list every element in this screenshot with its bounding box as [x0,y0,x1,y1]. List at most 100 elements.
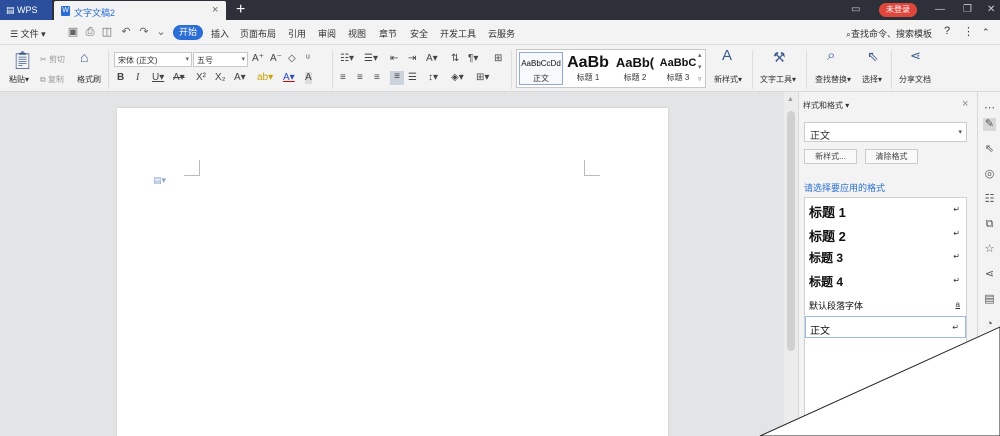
document-page[interactable]: ▤▾ [117,108,668,436]
scrollbar-thumb[interactable] [787,111,795,351]
new-style-button[interactable]: 新样式▾ [714,74,742,85]
italic-icon[interactable]: I [136,72,139,84]
scroll-up-icon[interactable]: ▲ [787,96,794,103]
align-center-icon[interactable]: ≡ [357,72,363,84]
style-item-heading4[interactable]: 标题 4 ↵ [805,270,966,292]
highlight-icon[interactable]: ab▾ [257,72,273,84]
font-name-select[interactable]: 宋体 (正文) ▾ [114,52,192,67]
close-window-icon[interactable]: ✕ [987,4,995,15]
tab-view[interactable]: 视图 [348,27,366,40]
align-right-icon[interactable]: ≡ [374,72,380,84]
tab-references[interactable]: 引用 [288,27,306,40]
share-icon[interactable]: ⋖ [983,268,996,281]
tab-security[interactable]: 安全 [410,27,428,40]
subscript-icon[interactable]: X₂ [215,72,226,84]
minimize-icon[interactable]: — [935,4,945,15]
table-icon[interactable]: ⊞ [494,53,502,65]
sort-icon[interactable]: ⇅ [451,53,459,65]
style-item-default-font[interactable]: 默认段落字体 a [805,294,966,316]
select-icon[interactable]: ⇖ [867,49,879,63]
shapes-icon[interactable]: ◎ [983,168,996,181]
login-button[interactable]: 未登录 [879,3,917,17]
wps-app-tab[interactable]: ▤ WPS [0,0,52,20]
backup-icon[interactable]: ⧉ [983,218,996,231]
distribute-icon[interactable]: ☰ [408,72,417,84]
select-object-icon[interactable]: ⇖ [983,143,996,156]
char-shading-icon[interactable]: A [305,72,312,84]
style-heading3[interactable]: AaBbC 标题 3 [657,52,699,85]
bold-icon[interactable]: B [117,72,124,84]
print-icon[interactable]: ⎙ [84,26,96,38]
style-heading1[interactable]: AaBb 标题 1 [565,52,611,85]
superscript-icon[interactable]: X² [196,72,206,84]
document-tab[interactable]: W 文字文稿2 × [54,1,226,20]
collapse-ribbon-icon[interactable]: ⌃ [982,27,990,38]
paste-button[interactable]: 粘贴▾ [9,74,29,85]
current-style-select[interactable]: 正文 ▾ [804,122,967,142]
tab-developer[interactable]: 开发工具 [440,27,476,40]
clear-format-button[interactable]: 清除格式 [865,149,918,164]
help-sidebar-icon[interactable]: ◔ [983,318,996,331]
numbered-list-icon[interactable]: ☰▾ [364,53,378,65]
decrease-indent-icon[interactable]: ⇤ [390,53,398,65]
undo-icon[interactable]: ↶ [120,26,132,38]
show-marks-icon[interactable]: ¶▾ [468,53,478,65]
text-tools-icon[interactable]: ⚒ [773,50,786,64]
find-replace-button[interactable]: 查找替换▾ [815,74,851,85]
customize-icon[interactable]: ⌄ [155,26,167,38]
align-left-icon[interactable]: ≡ [340,72,346,84]
strikethrough-icon[interactable]: A▾ [173,72,185,84]
text-effect-icon[interactable]: A▾ [234,72,246,84]
style-normal[interactable]: AaBbCcDd 正文 [519,52,563,85]
increase-indent-icon[interactable]: ⇥ [408,53,416,65]
help-icon[interactable]: ? [944,25,950,37]
style-heading2[interactable]: AaBb( 标题 2 [612,52,658,85]
grow-font-icon[interactable]: A⁺ [252,53,264,65]
shading-icon[interactable]: ◈▾ [451,72,464,84]
paste-icon[interactable]: 📋︎ [11,51,34,69]
share-icon[interactable]: ⋖ [910,49,921,62]
redo-icon[interactable]: ↷ [138,26,150,38]
cut-button[interactable]: ✂ 剪切 [40,54,65,65]
style-format-icon[interactable]: ✎ [983,118,996,131]
search-command[interactable]: ⌕查找命令、搜索模板 [846,27,932,40]
paragraph-layout-icon[interactable]: ▤▾ [153,175,166,186]
copy-button[interactable]: ⧉ 复制 [40,74,64,85]
font-size-select[interactable]: 五号 ▾ [193,52,248,67]
underline-icon[interactable]: U▾ [152,72,164,84]
window-icon[interactable]: ▭ [851,4,860,15]
tab-chapter[interactable]: 章节 [379,27,397,40]
close-icon[interactable]: × [962,98,968,110]
close-tab-icon[interactable]: × [212,4,218,16]
format-painter-label[interactable]: 格式刷 [77,74,101,85]
select-button[interactable]: 选择▾ [862,74,882,85]
archive-icon[interactable]: ▤ [983,293,996,306]
tab-insert[interactable]: 插入 [211,27,229,40]
text-tools-button[interactable]: 文字工具▾ [760,74,796,85]
print-preview-icon[interactable]: ◫ [101,26,113,38]
shrink-font-icon[interactable]: A⁻ [270,53,282,65]
file-menu[interactable]: ☰ 文件 ▾ [10,27,46,40]
sidebar-toggle-icon[interactable]: ⋯ [983,102,996,115]
restore-icon[interactable]: ❐ [963,4,972,15]
panel-title[interactable]: 样式和格式 ▾ [803,100,849,111]
style-item-heading2[interactable]: 标题 2 ↵ [805,223,966,245]
line-spacing-icon[interactable]: ↕▾ [428,72,438,84]
clear-format-icon[interactable]: ◇ [288,53,296,65]
more-options-icon[interactable]: ⋮ [963,25,974,38]
style-scroll-icon[interactable]: ▴ ▾ ▿ [698,50,702,86]
tab-review[interactable]: 审阅 [318,27,336,40]
style-item-normal[interactable]: 正文 ↵ [805,316,966,338]
vertical-scrollbar[interactable]: ▲ [784,92,798,436]
tab-page-layout[interactable]: 页面布局 [240,27,276,40]
format-painter-icon[interactable]: ⌂ [80,50,88,64]
style-item-heading1[interactable]: 标题 1 ↵ [805,199,966,221]
new-tab-button[interactable]: + [236,1,245,19]
justify-icon[interactable]: ≡ [390,71,404,85]
find-replace-icon[interactable]: ⌕ [827,48,835,63]
star-icon[interactable]: ☆ [983,243,996,256]
tab-home[interactable]: 开始 [173,25,203,40]
tab-cloud[interactable]: 云服务 [488,27,515,40]
new-style-icon[interactable]: A [722,48,732,63]
save-icon[interactable]: ▣ [67,26,79,38]
